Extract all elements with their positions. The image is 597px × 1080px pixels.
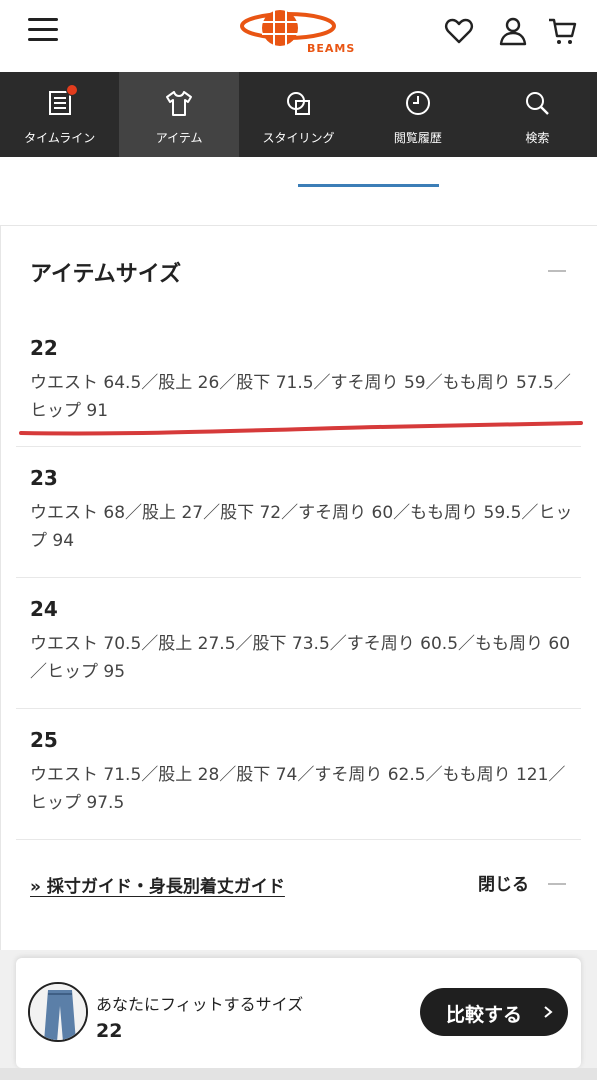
nav-item-search[interactable]: 検索: [478, 72, 597, 157]
size-name: 23: [30, 466, 58, 490]
nav-item-timeline[interactable]: タイムライン: [0, 72, 119, 157]
jeans-image-icon: [30, 984, 86, 1040]
close-button[interactable]: 閉じる: [478, 870, 529, 895]
section-title: アイテムサイズ: [30, 262, 182, 287]
nav-label: 検索: [525, 131, 550, 145]
active-tab-indicator: [298, 184, 439, 187]
compare-button-label: 比較する: [446, 1004, 523, 1026]
cart-icon[interactable]: [547, 16, 577, 46]
size-row: 23 ウエスト 68／股上 27／股下 72／すそ周り 60／もも周り 59.5…: [16, 447, 581, 578]
nav-item-items[interactable]: アイテム: [119, 72, 239, 157]
tshirt-icon: [166, 91, 193, 116]
nav-item-styling[interactable]: スタイリング: [239, 72, 358, 157]
size-measurements: ウエスト 70.5／股上 27.5／股下 73.5／すそ周り 60.5／もも周り…: [30, 634, 571, 682]
size-guide-link[interactable]: » 採寸ガイド・身長別着丈ガイド: [30, 872, 285, 897]
collapse-icon[interactable]: [548, 883, 566, 885]
product-thumbnail[interactable]: [28, 982, 88, 1042]
page: BEAMS タイムライン アイテム スタイリング 閲覧履歴 検索 アイテムサイズ…: [0, 0, 597, 1080]
fit-size-value: 22: [96, 1020, 123, 1042]
fit-size-bar: あなたにフィットするサイズ 22 比較する: [16, 958, 581, 1068]
bottom-nav: タイムライン アイテム スタイリング 閲覧履歴 検索: [0, 72, 597, 157]
size-row: 25 ウエスト 71.5／股上 28／股下 74／すそ周り 62.5／もも周り …: [16, 709, 581, 840]
menu-icon[interactable]: [28, 18, 58, 42]
nav-label: 閲覧履歴: [393, 131, 442, 145]
divider: [0, 226, 1, 956]
compare-button[interactable]: 比較する: [420, 988, 568, 1036]
notification-badge: [66, 84, 78, 96]
nav-label: スタイリング: [262, 131, 335, 145]
size-row: 24 ウエスト 70.5／股上 27.5／股下 73.5／すそ周り 60.5／も…: [16, 578, 581, 709]
styling-icon: [286, 92, 310, 115]
size-measurements: ウエスト 68／股上 27／股下 72／すそ周り 60／もも周り 59.5／ヒッ…: [30, 503, 573, 551]
nav-label: アイテム: [155, 131, 203, 145]
header: BEAMS: [0, 0, 597, 72]
heart-icon[interactable]: [444, 16, 474, 46]
size-name: 22: [30, 336, 58, 360]
clock-icon: [405, 91, 430, 115]
size-measurements: ウエスト 64.5／股上 26／股下 71.5／すそ周り 59／もも周り 57.…: [30, 373, 571, 421]
user-icon[interactable]: [498, 16, 528, 46]
size-name: 25: [30, 728, 58, 752]
size-measurements: ウエスト 71.5／股上 28／股下 74／すそ周り 62.5／もも周り 121…: [30, 765, 566, 813]
search-icon: [526, 92, 550, 115]
beams-logo[interactable]: BEAMS: [240, 6, 355, 58]
highlight-underline: [19, 421, 583, 436]
bottom-strip: [0, 1068, 597, 1080]
nav-label: タイムライン: [24, 131, 96, 145]
size-name: 24: [30, 597, 58, 621]
divider: [0, 225, 597, 226]
chevron-right-icon: [544, 1006, 553, 1018]
nav-item-history[interactable]: 閲覧履歴: [358, 72, 477, 157]
fit-size-label: あなたにフィットするサイズ: [96, 995, 304, 1014]
logo-text: BEAMS: [307, 42, 356, 55]
collapse-icon[interactable]: [548, 270, 566, 272]
